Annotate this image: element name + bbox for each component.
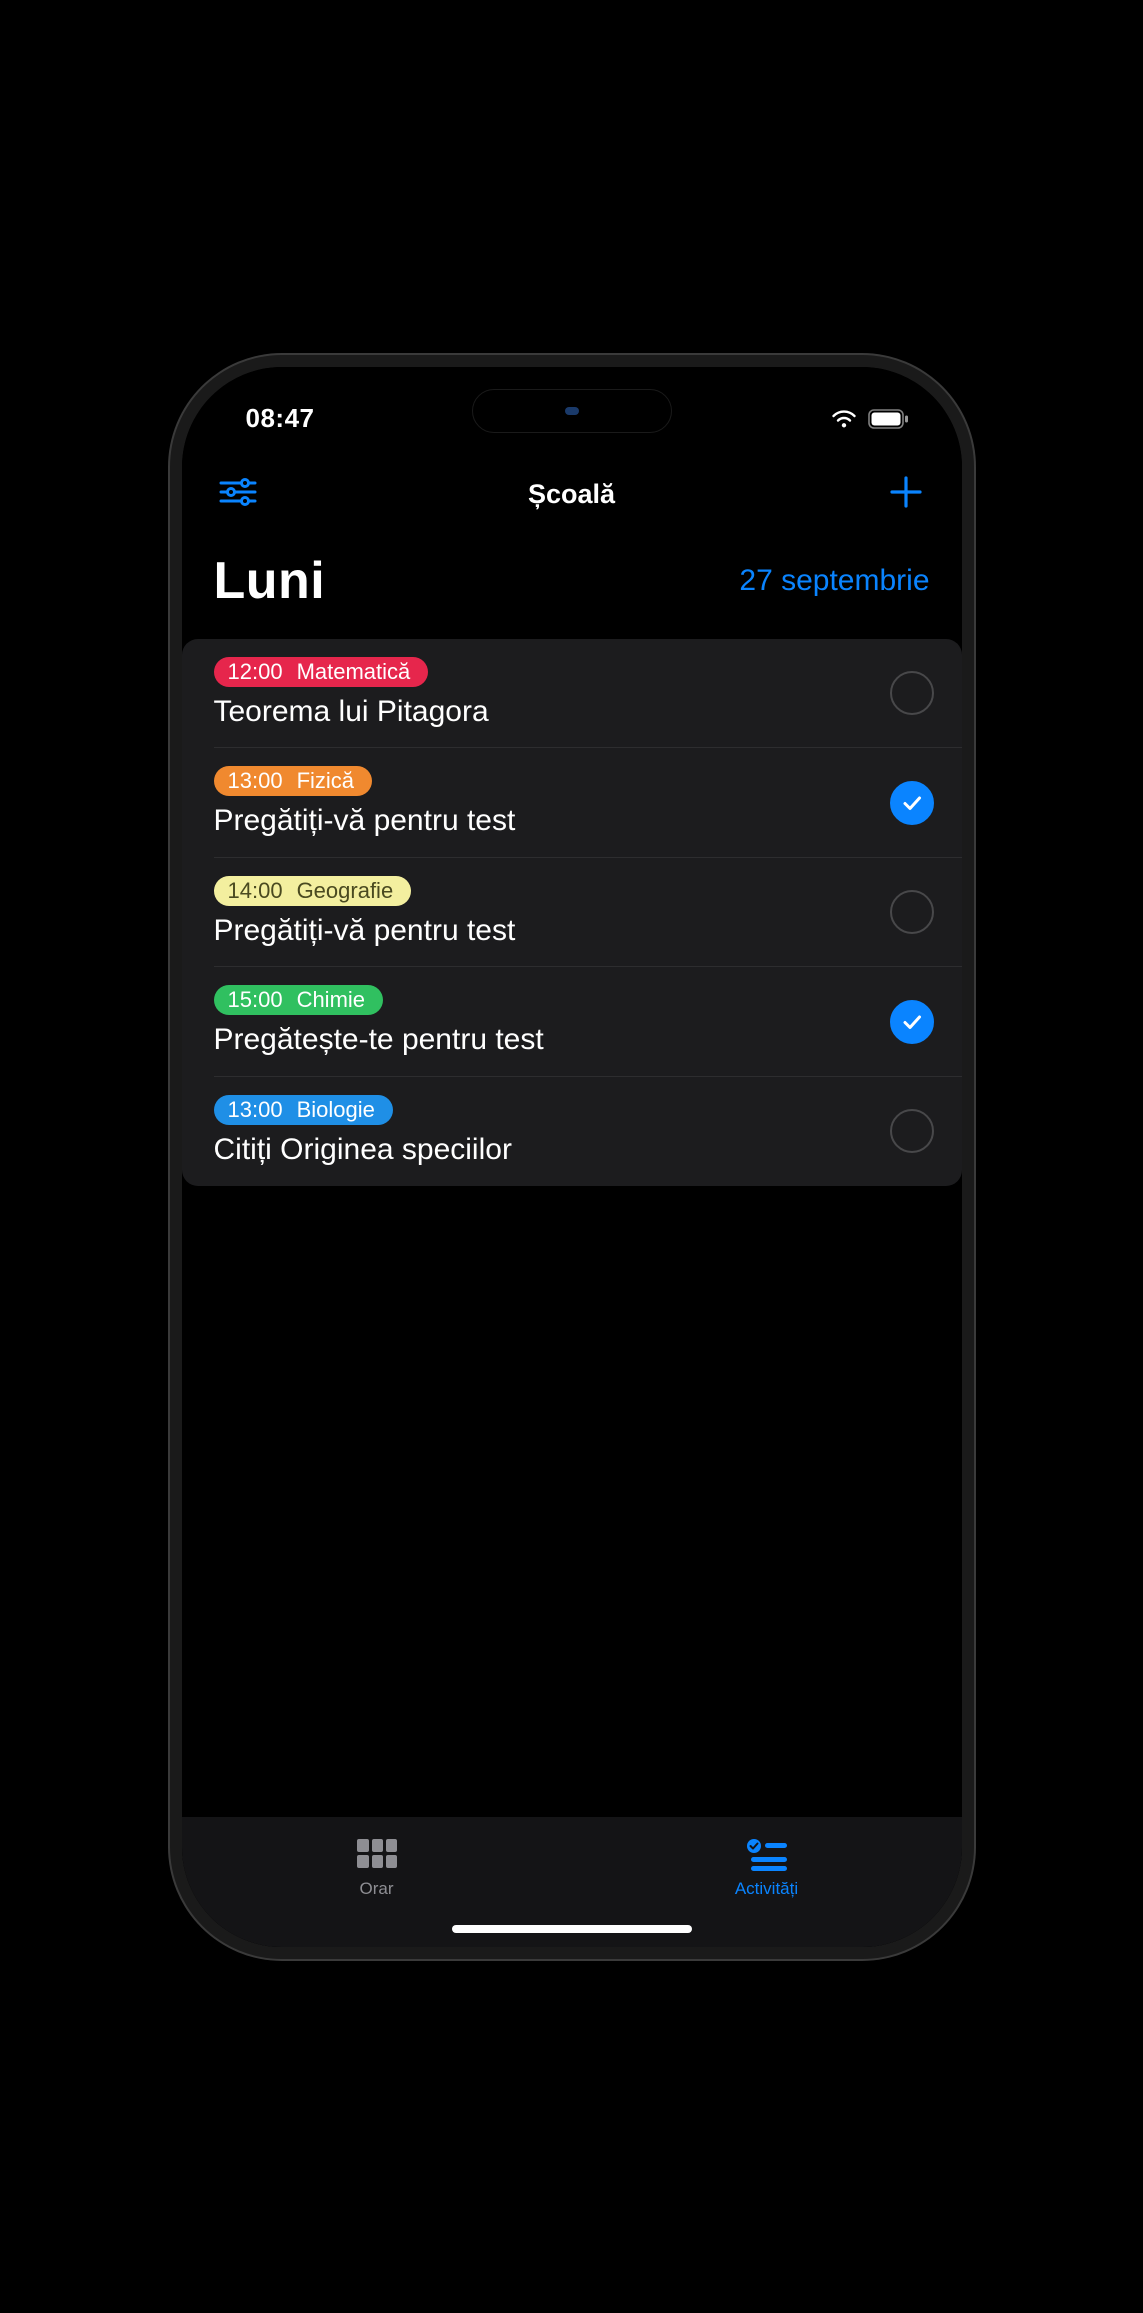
battery-icon (868, 409, 910, 429)
status-time: 08:47 (246, 403, 315, 434)
status-icons (830, 408, 910, 430)
check-circle[interactable] (890, 1000, 934, 1044)
badge-time: 13:00 (228, 1097, 283, 1123)
task-title: Pregătiți-vă pentru test (214, 912, 870, 950)
wifi-icon (830, 408, 858, 430)
plus-icon (889, 475, 923, 514)
task-list: 12:00 Matematică Teorema lui Pitagora 13:00… (182, 639, 962, 1187)
camera-dot (565, 407, 579, 415)
badge-subject: Geografie (297, 878, 394, 904)
day-date[interactable]: 27 septembrie (739, 564, 929, 598)
check-circle[interactable] (890, 890, 934, 934)
content-area: 12:00 Matematică Teorema lui Pitagora 13:00… (182, 639, 962, 1817)
task-title: Citiți Originea speciilor (214, 1131, 870, 1169)
badge-time: 15:00 (228, 987, 283, 1013)
task-row[interactable]: 12:00 Matematică Teorema lui Pitagora (182, 639, 962, 749)
check-circle[interactable] (890, 1109, 934, 1153)
task-row[interactable]: 13:00 Biologie Citiți Originea speciilor (182, 1077, 962, 1187)
checklist-icon (745, 1835, 789, 1873)
tab-label: Orar (360, 1879, 394, 1899)
subject-badge: 13:00 Biologie (214, 1095, 393, 1125)
filter-button[interactable] (214, 471, 262, 519)
task-row[interactable]: 14:00 Geografie Pregătiți-vă pentru test (182, 858, 962, 968)
task-row[interactable]: 13:00 Fizică Pregătiți-vă pentru test (182, 748, 962, 858)
task-content: 13:00 Biologie Citiți Originea speciilor (214, 1095, 870, 1169)
tab-schedule[interactable]: Orar (182, 1817, 572, 1917)
subject-badge: 13:00 Fizică (214, 766, 373, 796)
subject-badge: 15:00 Chimie (214, 985, 384, 1015)
task-content: 12:00 Matematică Teorema lui Pitagora (214, 657, 870, 731)
task-content: 14:00 Geografie Pregătiți-vă pentru test (214, 876, 870, 950)
check-circle[interactable] (890, 671, 934, 715)
task-title: Pregătiți-vă pentru test (214, 802, 870, 840)
task-row[interactable]: 15:00 Chimie Pregătește-te pentru test (182, 967, 962, 1077)
task-content: 13:00 Fizică Pregătiți-vă pentru test (214, 766, 870, 840)
badge-subject: Biologie (297, 1097, 375, 1123)
badge-subject: Matematică (297, 659, 411, 685)
task-title: Teorema lui Pitagora (214, 693, 870, 731)
subject-badge: 14:00 Geografie (214, 876, 412, 906)
grid-icon (355, 1835, 399, 1873)
sliders-icon (219, 477, 257, 512)
nav-bar: Școală (182, 457, 962, 533)
nav-title: Școală (528, 479, 615, 510)
badge-time: 12:00 (228, 659, 283, 685)
tab-activities[interactable]: Activități (572, 1817, 962, 1917)
device-frame: 08:47 (182, 367, 962, 1947)
task-content: 15:00 Chimie Pregătește-te pentru test (214, 985, 870, 1059)
day-name: Luni (214, 551, 326, 611)
badge-time: 14:00 (228, 878, 283, 904)
subject-badge: 12:00 Matematică (214, 657, 429, 687)
day-header: Luni 27 septembrie (182, 533, 962, 639)
badge-subject: Chimie (297, 987, 365, 1013)
dynamic-island (472, 389, 672, 433)
tab-label: Activități (735, 1879, 798, 1899)
check-circle[interactable] (890, 781, 934, 825)
task-title: Pregătește-te pentru test (214, 1021, 870, 1059)
badge-subject: Fizică (297, 768, 354, 794)
screen: 08:47 (182, 367, 962, 1947)
home-indicator (452, 1925, 692, 1933)
badge-time: 13:00 (228, 768, 283, 794)
add-button[interactable] (882, 471, 930, 519)
